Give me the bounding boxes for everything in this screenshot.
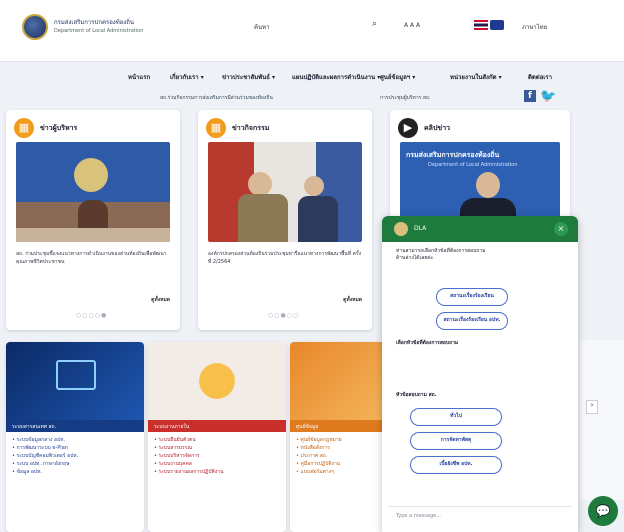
allowance-option-button[interactable]: เบี้ยยังชีพ อปท. (410, 456, 502, 474)
info-center-tile[interactable]: ศูนย์ข้อมูล ศูนย์ข้อมูลกฎหมาย หนังสือสั่… (290, 342, 386, 532)
language-label[interactable]: ภาษาไทย (522, 22, 547, 32)
chat-message-input[interactable]: Type a message... (388, 506, 572, 524)
side-panel: › (580, 340, 624, 500)
news-photo[interactable] (16, 142, 170, 242)
font-size-controls[interactable]: A A A (404, 22, 420, 29)
org-name: กรมส่งเสริมการปกครองท้องถิ่น Department … (54, 19, 144, 34)
tile-link-list: ระบบยืนยันตัวตน ระบบสารบรรณ ระบบบริหารจั… (148, 432, 286, 480)
english-flag-icon[interactable] (490, 20, 504, 30)
department-logo[interactable] (22, 14, 48, 40)
chatbot-avatar (394, 222, 408, 236)
nav-agencies[interactable]: หน่วยงานในสังกัด ▾ (450, 72, 502, 82)
search-icon[interactable]: ⌕ (372, 19, 377, 29)
ticker-item[interactable]: การประชุมผู้บริหาร สถ. (380, 94, 431, 102)
nav-info-center[interactable]: ศูนย์ข้อมูลฯ ▾ (380, 72, 415, 82)
list-item[interactable]: ระบบสารบรรณ (154, 444, 280, 452)
list-item[interactable]: ระบบบริหารจัดการ (154, 452, 280, 460)
video-banner-title: กรมส่งเสริมการปกครองท้องถิ่น (406, 151, 500, 159)
card-caption[interactable]: องค์กรปกครองส่วนท้องถิ่นร่วมประชุมหารือแ… (208, 250, 362, 266)
calendar-icon: ▦ (14, 118, 34, 138)
procurement-option-button[interactable]: การจัดหาพัสดุ (410, 432, 502, 450)
chat-widget: DLA × ท่านสามารถเลือกหัวข้อที่ต้องการสอบ… (382, 216, 578, 532)
activity-news-card: ▦ ข่าวกิจกรรม องค์กรปกครองส่วนท้องถิ่นร่… (198, 110, 372, 330)
chat-section-title: หัวข้อสอบถาม สถ. (396, 392, 437, 398)
chevron-right-icon[interactable]: › (586, 400, 598, 414)
search-label[interactable]: ค้นหา (254, 22, 269, 32)
nav-about[interactable]: เกี่ยวกับเรา ▾ (170, 72, 204, 82)
carousel-dots[interactable]: ○○○○● (76, 312, 107, 319)
nav-plans[interactable]: แผนปฏิบัติและผลการดำเนินงาน ▾ (292, 72, 380, 82)
news-ticker: สถ.ร่วมกิจกรรมการส่งเสริมการมีส่วนร่วมขอ… (160, 92, 540, 103)
list-item[interactable]: ระบบยืนยันตัวตน (154, 436, 280, 444)
nav-news[interactable]: ข่าวประชาสัมพันธ์ ▾ (222, 72, 275, 82)
tile-title: ระบบสารสนเทศ สถ. (6, 420, 144, 432)
chat-header: DLA × (382, 216, 578, 242)
calendar-icon: ▦ (206, 118, 226, 138)
tile-title: ศูนย์ข้อมูล (290, 420, 386, 432)
chatbot-name: DLA (414, 225, 427, 232)
list-item[interactable]: ศูนย์ข้อมูลกฎหมาย (296, 436, 380, 444)
video-icon: ▶ (398, 118, 418, 138)
list-item[interactable]: แบบฟอร์มต่างๆ (296, 468, 380, 476)
nav-contact[interactable]: ติดต่อเรา (528, 72, 552, 82)
card-title[interactable]: ข่าวกิจกรรม (232, 123, 269, 134)
see-all-link[interactable]: ดูทั้งหมด (151, 296, 170, 304)
video-banner-subtitle: Department of Local Administration (428, 162, 518, 168)
carousel-dots[interactable]: ○○●○○ (268, 312, 299, 319)
facebook-icon[interactable]: f (524, 90, 536, 102)
card-caption[interactable]: สถ. ร่วมประชุมชี้แจงแนวทางการดำเนินงานขอ… (16, 250, 170, 266)
twitter-icon[interactable]: 🐦 (540, 89, 556, 104)
tile-title: ระบบงานภายใน (148, 420, 286, 432)
thai-flag-icon[interactable] (474, 20, 488, 30)
internal-system-tile[interactable]: ระบบงานภายใน ระบบยืนยันตัวตน ระบบสารบรรณ… (148, 342, 286, 532)
list-item[interactable]: ระบบรายงานผลการปฏิบัติงาน (154, 468, 280, 476)
list-item[interactable]: ประกาศ สถ. (296, 452, 380, 460)
list-item[interactable]: หนังสือสั่งการ (296, 444, 380, 452)
complaint-status-button[interactable]: สถานะเรื่องร้องเรียน (436, 288, 508, 306)
tile-link-list: ระบบข้อมูลกลาง อปท. การพัฒนาระบบ e-Plan … (6, 432, 144, 480)
list-item[interactable]: ระบบ อปท. ภาษาอังกฤษ (12, 460, 138, 468)
close-icon[interactable]: × (554, 222, 568, 236)
chat-prompt: เลือกหัวข้อที่ต้องการสอบถาม (396, 340, 459, 346)
general-option-button[interactable]: ทั่วไป (410, 408, 502, 426)
ticker-item[interactable]: สถ.ร่วมกิจกรรมการส่งเสริมการมีส่วนร่วมขอ… (160, 94, 273, 102)
list-item[interactable]: ระบบบัญชีคอมพิวเตอร์ อปท. (12, 452, 138, 460)
card-title[interactable]: ข่าวผู้บริหาร (40, 123, 77, 134)
list-item[interactable]: ระบบข้อมูลกลาง อปท. (12, 436, 138, 444)
list-item[interactable]: การพัฒนาระบบ e-Plan (12, 444, 138, 452)
news-photo[interactable] (208, 142, 362, 242)
nav-home[interactable]: หน้าแรก (128, 72, 150, 82)
site-header: กรมส่งเสริมการปกครองท้องถิ่น Department … (0, 0, 624, 81)
local-complaint-status-button[interactable]: สถานะเรื่องร้องเรียน อปท. (436, 312, 508, 330)
chat-bubble-icon[interactable]: 💬 (588, 496, 618, 526)
list-item[interactable]: ข้อมูล อปท. (12, 468, 138, 476)
card-title[interactable]: คลิปข่าว (424, 123, 450, 134)
see-all-link[interactable]: ดูทั้งหมด (343, 296, 362, 304)
executive-news-card: ▦ ข่าวผู้บริหาร สถ. ร่วมประชุมชี้แจงแนวท… (6, 110, 180, 330)
list-item[interactable]: ระบบงานบุคคล (154, 460, 280, 468)
chat-intro-message: ท่านสามารถเลือกหัวข้อที่ต้องการสอบถามด้า… (396, 248, 486, 261)
list-item[interactable]: คู่มือการปฏิบัติงาน (296, 460, 380, 468)
tile-link-list: ศูนย์ข้อมูลกฎหมาย หนังสือสั่งการ ประกาศ … (290, 432, 386, 480)
info-system-tile[interactable]: ระบบสารสนเทศ สถ. ระบบข้อมูลกลาง อปท. การ… (6, 342, 144, 532)
